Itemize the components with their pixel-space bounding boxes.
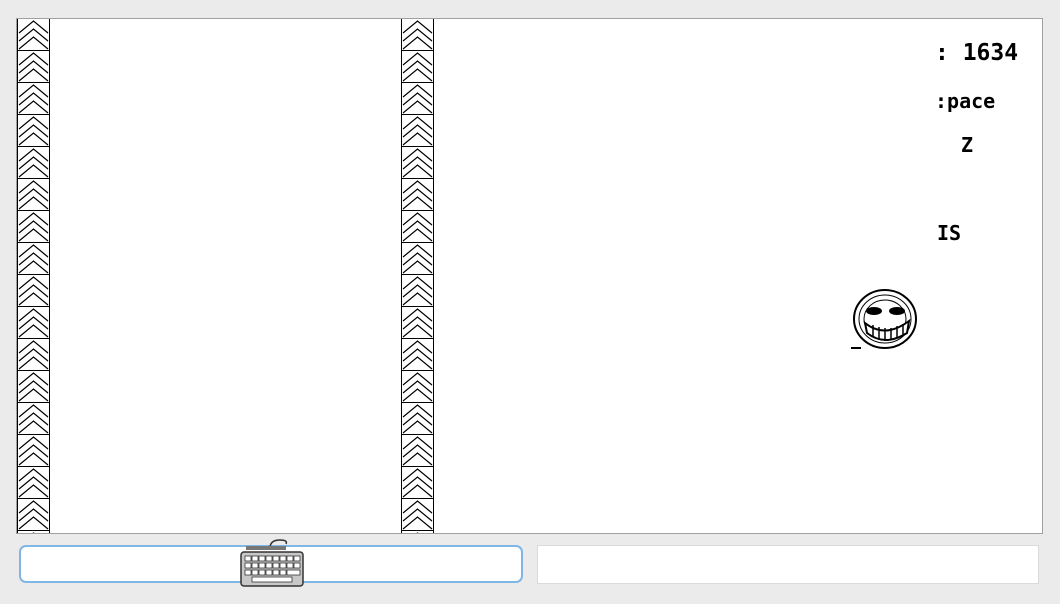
troll-face-icon: [851, 289, 917, 349]
status-hint-text: IS: [937, 221, 962, 245]
chevron-wall-middle: [401, 19, 434, 533]
chevron-pattern: [402, 19, 433, 533]
z-hint-text: Z: [961, 133, 974, 157]
output-field: [537, 545, 1039, 584]
keyboard-icon[interactable]: [240, 536, 304, 588]
chevron-wall-left: [17, 19, 50, 533]
game-canvas[interactable]: : 1634 :pace Z IS: [16, 18, 1043, 534]
score-text: : 1634: [935, 40, 1019, 66]
chevron-pattern: [18, 19, 49, 533]
space-hint-text: :pace: [935, 89, 996, 113]
